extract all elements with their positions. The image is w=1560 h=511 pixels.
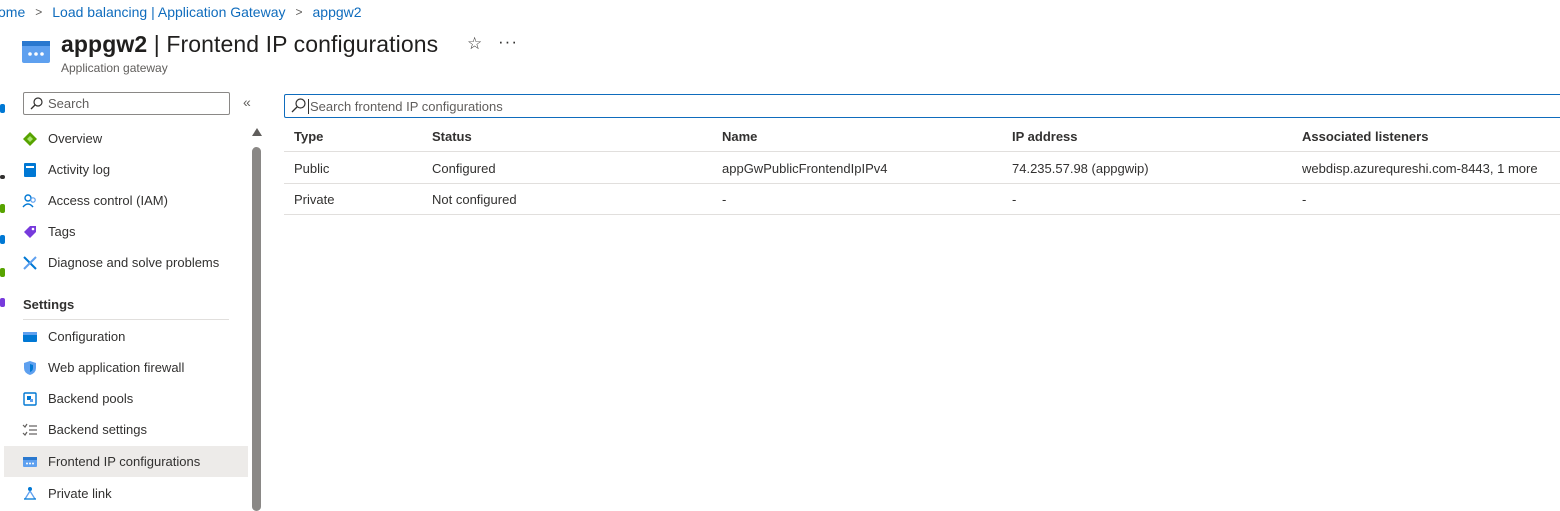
column-header-type[interactable]: Type <box>294 129 323 144</box>
nav-strip-icon[interactable] <box>0 298 5 307</box>
sidebar-item-label: Tags <box>48 224 76 239</box>
sidebar-item-tags[interactable]: Tags <box>4 216 248 247</box>
sidebar-item-label: Configuration <box>48 329 126 344</box>
nav-strip-icon[interactable] <box>0 104 5 113</box>
table-header-row: Type Status Name IP address Associated l… <box>284 121 1560 152</box>
page-subtitle: Application gateway <box>61 61 168 75</box>
cell-type: Private <box>294 192 335 207</box>
backend-pools-icon <box>23 392 37 406</box>
sidebar-item-label: Overview <box>48 131 103 146</box>
column-header-ip-address[interactable]: IP address <box>1012 129 1078 144</box>
sidebar-scrollbar[interactable] <box>251 128 262 511</box>
breadcrumb-home[interactable]: ome <box>0 4 25 20</box>
tag-icon <box>24 226 36 238</box>
sidebar-item-label: Access control (IAM) <box>48 193 168 208</box>
ellipsis-icon[interactable]: ··· <box>498 32 518 52</box>
table-row[interactable]: Public Configured appGwPublicFrontendIpI… <box>284 153 1560 184</box>
sidebar-item-label: Private link <box>48 486 112 501</box>
wrench-icon <box>23 256 37 270</box>
cell-status: Not configured <box>432 192 517 207</box>
configuration-icon <box>23 332 37 342</box>
chevron-right-icon: > <box>35 5 43 19</box>
frontend-ip-icon <box>23 457 37 467</box>
sidebar-item-configuration[interactable]: Configuration <box>4 321 248 352</box>
cell-name[interactable]: appGwPublicFrontendIpIPv4 <box>722 161 887 176</box>
cell-listeners: - <box>1302 192 1307 207</box>
page-title: appgw2 | Frontend IP configurations <box>61 31 438 58</box>
sidebar-item-activity-log[interactable]: Activity log <box>4 154 248 185</box>
sidebar-item-label: Backend pools <box>48 391 134 406</box>
double-chevron-left-icon[interactable]: « <box>243 94 251 110</box>
search-icon <box>30 97 43 110</box>
title-separator: | <box>153 31 160 57</box>
sidebar-item-label: Frontend IP configurations <box>48 454 201 469</box>
shield-icon <box>24 361 36 375</box>
sidebar-item-label: Diagnose and solve problems <box>48 255 220 270</box>
search-placeholder: Search frontend IP configurations <box>310 99 503 114</box>
column-header-status[interactable]: Status <box>432 129 472 144</box>
list-settings-icon <box>22 423 37 436</box>
chevron-right-icon: > <box>295 5 303 19</box>
cell-listeners: webdisp.azurequreshi.com-8443, 1 more <box>1302 161 1538 176</box>
activity-log-icon <box>24 163 36 177</box>
sidebar-search-input[interactable]: Search <box>23 92 230 115</box>
frontend-ip-search-input[interactable]: Search frontend IP configurations <box>284 94 1560 118</box>
resource-name: appgw2 <box>61 31 148 57</box>
cell-status: Configured <box>432 161 496 176</box>
column-header-listeners[interactable]: Associated listeners <box>1302 129 1428 144</box>
private-link-icon <box>24 487 36 500</box>
column-header-name[interactable]: Name <box>722 129 757 144</box>
breadcrumb-load-balancing[interactable]: Load balancing | Application Gateway <box>52 4 285 20</box>
sidebar-item-backend-pools[interactable]: Backend pools <box>4 383 248 414</box>
section-divider <box>23 319 229 320</box>
sidebar-search-placeholder: Search <box>48 96 90 111</box>
sidebar-item-label: Backend settings <box>48 422 148 437</box>
star-icon[interactable]: ☆ <box>467 34 482 54</box>
overview-icon <box>23 132 37 146</box>
cell-ip-address: - <box>1012 192 1017 207</box>
sidebar-item-label: Web application firewall <box>48 360 185 375</box>
sidebar-item-frontend-ip[interactable]: Frontend IP configurations <box>4 446 248 477</box>
breadcrumb: ome > Load balancing | Application Gatew… <box>0 3 362 21</box>
sidebar-item-iam[interactable]: Access control (IAM) <box>4 185 248 216</box>
sidebar-item-backend-settings[interactable]: Backend settings <box>4 414 248 445</box>
breadcrumb-appgw2[interactable]: appgw2 <box>313 4 362 20</box>
table-row[interactable]: Private Not configured - - - <box>284 184 1560 215</box>
sidebar-item-label: Activity log <box>48 162 111 177</box>
application-gateway-icon <box>22 41 50 63</box>
sidebar-item-overview[interactable]: Overview <box>4 123 248 154</box>
scrollbar-thumb[interactable] <box>252 147 261 511</box>
cell-ip-address: 74.235.57.98 (appgwip) <box>1012 161 1149 176</box>
page-name: Frontend IP configurations <box>166 31 439 57</box>
sidebar-item-private-link[interactable]: Private link <box>4 478 248 509</box>
search-icon <box>291 98 306 113</box>
text-cursor <box>308 99 309 114</box>
sidebar-item-diagnose[interactable]: Diagnose and solve problems <box>4 247 248 278</box>
cell-name: - <box>722 192 727 207</box>
sidebar-item-waf[interactable]: Web application firewall <box>4 352 248 383</box>
cell-type: Public <box>294 161 330 176</box>
scroll-up-arrow-icon[interactable] <box>252 128 262 136</box>
section-settings-heading: Settings <box>23 297 75 312</box>
iam-icon <box>22 194 36 208</box>
